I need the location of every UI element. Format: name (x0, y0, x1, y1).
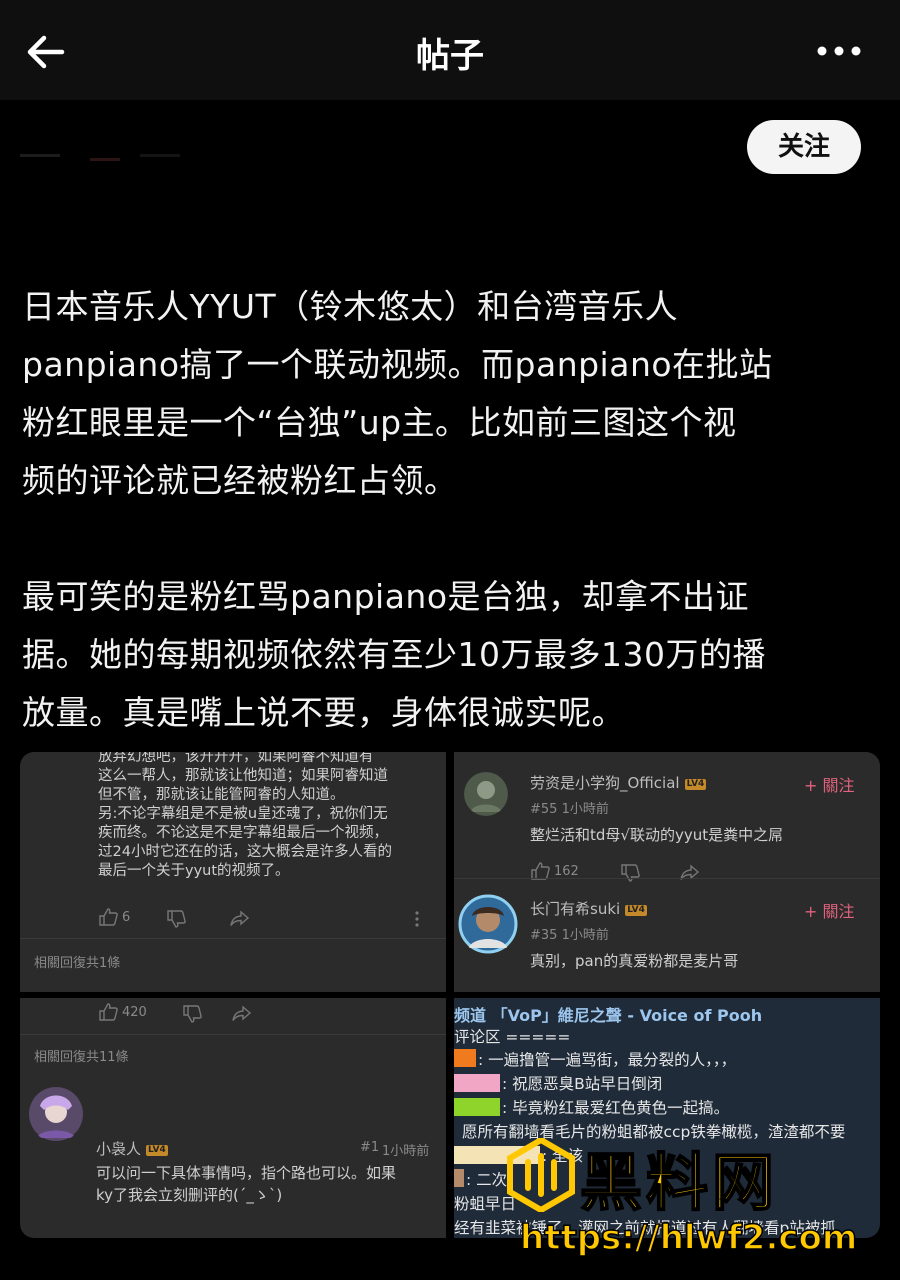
comment-text: 可以问一下具体事情吗，指个路也可以。如果 (96, 1164, 397, 1182)
like-count: 420 (122, 1005, 147, 1020)
comment-author: 长门有希suki LV4 (530, 900, 647, 918)
post-line: 日本音乐人YYUT（铃木悠太）和台湾音乐人 (22, 287, 679, 326)
divider (20, 1034, 446, 1035)
dislike-icon (183, 1005, 202, 1023)
share-icon (232, 1005, 252, 1021)
user-color-swatch (454, 1169, 464, 1187)
post-line: 粉红眼里是一个“台独”up主。比如前三图这个视 (22, 403, 737, 442)
post-line: panpiano搞了一个联动视频。而panpiano在批站 (22, 345, 773, 384)
site-watermark: 黑料网 https://hlwf2.com (500, 1132, 880, 1272)
more-options-icon[interactable] (814, 36, 864, 66)
user-color-swatch (454, 1098, 500, 1116)
comment-line: 但不管，那就该让能管阿睿的人知道。 (98, 787, 345, 803)
comment-section-label: 评论区 ===== (454, 1028, 571, 1046)
post-body: 日本音乐人YYUT（铃木悠太）和台湾音乐人 panpiano搞了一个联动视频。而… (22, 278, 882, 742)
comment-line: 放弃幻想吧，该开开开，如果阿睿不知道有 (98, 752, 374, 765)
comment-number: #1 (360, 1140, 380, 1155)
replies-count: 相關回復共11條 (34, 1050, 129, 1065)
avatar (458, 894, 518, 954)
gallery-image-1[interactable]: 放弃幻想吧，该开开开，如果阿睿不知道有 这么一帮人，那就该让他知道；如果阿睿知道… (20, 752, 446, 992)
replies-count: 相關回復共1條 (34, 956, 121, 971)
top-bar: 帖子 (0, 0, 900, 100)
user-color-swatch (454, 1074, 500, 1092)
chat-line: : 毕竟粉红最爱红色黄色一起搞。 (502, 1099, 730, 1117)
post-line: 放量。真是嘴上说不要，身体很诚实呢。 (22, 693, 625, 732)
comment-meta: #55 1小時前 (530, 802, 609, 817)
like-count: 6 (122, 910, 131, 925)
more-icon (415, 911, 419, 927)
chat-line: : 一遍撸管一遍骂街，最分裂的人，，， (478, 1051, 737, 1069)
comment-time: 1小時前 (382, 1144, 430, 1159)
post-line: 频的评论就已经被粉红占领。 (22, 461, 458, 500)
comment-line: 疾而终。不论这是不是字幕组最后一个视频， (98, 825, 388, 841)
user-color-swatch (454, 1049, 476, 1067)
watermark-logo-icon (507, 1138, 575, 1212)
share-icon (230, 910, 250, 926)
avatar (29, 1087, 83, 1141)
comment-line: 另:不论字幕组是不是被u皇还魂了，祝你们无 (98, 806, 388, 822)
avatar (464, 772, 508, 816)
dislike-icon (167, 910, 186, 928)
comment-line: 这么一帮人，那就该让他知道；如果阿睿知道 (98, 768, 388, 784)
post-line: 最可笑的是粉红骂panpiano是台独，却拿不出证 (22, 577, 750, 616)
comment-line: 过24小时它还在的话，这大概会是许多人看的 (98, 844, 392, 860)
page-title: 帖子 (416, 36, 484, 76)
watermark-text: 黑料网 (579, 1145, 779, 1220)
gallery-image-2[interactable]: 劳资是小学狗_Official LV4 + 關注 #55 1小時前 整烂活和td母… (454, 752, 880, 992)
comment-line: 最后一个关于yyut的视频了。 (98, 863, 290, 879)
gallery-image-3[interactable]: 420 相關回復共11條 小袅人 LV4 #1 1小時前 可以问一下具体事情吗，指… (20, 998, 446, 1238)
like-count: 162 (554, 864, 579, 879)
dislike-icon (621, 864, 640, 882)
comment-meta: #35 1小時前 (530, 928, 609, 943)
divider (20, 938, 446, 939)
follow-link[interactable]: + 關注 (804, 898, 855, 922)
like-icon (99, 908, 118, 926)
channel-title: 频道 「VoP」維尼之聲 - Voice of Pooh (454, 1006, 763, 1025)
comment-author: 劳资是小学狗_Official LV4 (530, 774, 707, 792)
share-icon (680, 864, 700, 880)
post-line: 据。她的每期视频依然有至少10万最多130万的播 (22, 635, 766, 674)
comment-text: ky了我会立刻删评的(´_ゝ`) (96, 1186, 283, 1204)
author-info-redacted (20, 154, 180, 161)
comment-text: 真别，pan的真爱粉都是麦片哥 (530, 952, 739, 970)
watermark-url: https://hlwf2.com (519, 1217, 858, 1259)
comment-text: 整烂活和td母√联动的yyut是粪中之屌 (530, 826, 784, 844)
follow-link[interactable]: + 關注 (804, 772, 855, 796)
like-icon (99, 1003, 118, 1021)
divider (454, 878, 880, 879)
chat-line: : 祝愿恶臭B站早日倒闭 (502, 1075, 663, 1093)
comment-author: 小袅人 LV4 (96, 1140, 168, 1158)
follow-button[interactable]: 关注 (747, 120, 861, 174)
